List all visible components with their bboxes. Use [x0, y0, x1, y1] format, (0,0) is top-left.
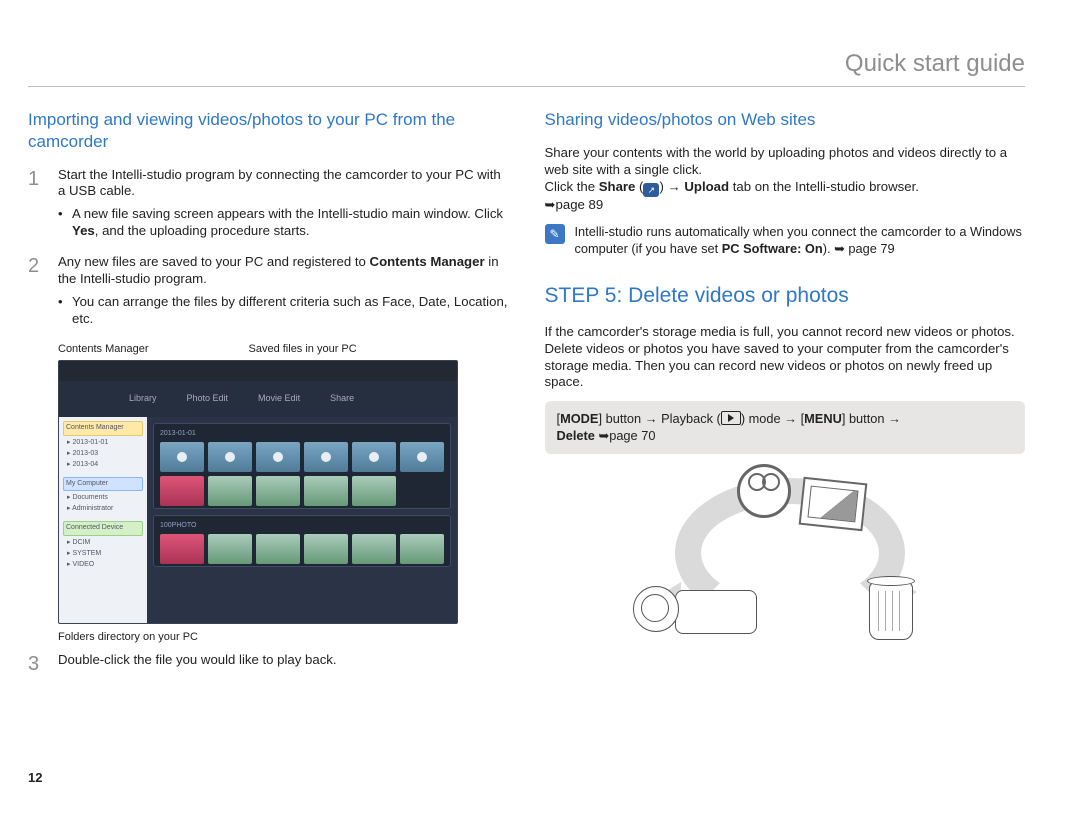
section-heading-import: Importing and viewing videos/photos to y… — [28, 109, 509, 153]
figure-label-right: Saved files in your PC — [249, 342, 357, 356]
page-header: Quick start guide — [28, 50, 1025, 87]
bold-text: Yes — [72, 223, 95, 238]
page-ref: ➥page 89 — [545, 197, 604, 212]
text: tab on the Intelli-studio browser. — [729, 179, 919, 194]
text: Any new files are saved to your PC and r… — [58, 254, 370, 269]
bold-text: PC Software: On — [722, 241, 823, 256]
text: Playback ( — [658, 411, 721, 426]
right-column: Sharing videos/photos on Web sites Share… — [545, 109, 1026, 687]
arrow-icon: → — [888, 411, 901, 426]
intelli-studio-screenshot: Library Photo Edit Movie Edit Share Cont… — [58, 360, 458, 624]
step-body: Any new files are saved to your PC and r… — [58, 254, 509, 332]
step-2: 2 Any new files are saved to your PC and… — [28, 254, 509, 332]
left-column: Importing and viewing videos/photos to y… — [28, 109, 509, 687]
bold-text: MODE — [560, 411, 598, 426]
bold-text: Delete — [557, 428, 599, 443]
arrow-icon: → — [668, 179, 681, 194]
step-3: 3 Double-click the file you would like t… — [28, 652, 509, 678]
arrow-icon: → — [784, 411, 797, 426]
text: , and the uploading procedure starts. — [95, 223, 310, 238]
toolbar-label: Photo Edit — [187, 393, 229, 405]
step-number: 1 — [28, 167, 44, 245]
text: Click the — [545, 179, 599, 194]
page-ref: page 79 — [845, 241, 895, 256]
bold-text: Upload — [681, 179, 729, 194]
mode-instruction-box: [MODE] button → Playback () mode → [MENU… — [545, 401, 1026, 454]
step5-body: If the camcorder's storage media is full… — [545, 324, 1026, 392]
arrow-icon: ➥ — [598, 428, 609, 443]
step5-heading: STEP 5: Delete videos or photos — [545, 283, 1026, 310]
delete-illustration — [545, 472, 1026, 642]
figure-labels: Contents Manager Saved files in your PC — [58, 342, 509, 356]
film-reel-icon — [737, 464, 791, 518]
step-number: 3 — [28, 652, 44, 678]
arrow-icon: → — [645, 411, 658, 426]
text: ) — [659, 179, 667, 194]
text: A new file saving screen appears with th… — [72, 206, 503, 221]
step-body: Double-click the file you would like to … — [58, 652, 509, 678]
page-ref: page 70 — [609, 428, 655, 443]
text: ). — [823, 241, 834, 256]
import-steps: 1 Start the Intelli-studio program by co… — [28, 167, 509, 332]
camcorder-icon — [633, 584, 759, 638]
section-heading-sharing: Sharing videos/photos on Web sites — [545, 109, 1026, 131]
photo-icon — [798, 477, 867, 531]
trash-bin-icon — [863, 576, 919, 640]
step-body: Start the Intelli-studio program by conn… — [58, 167, 509, 245]
note-icon: ✎ — [545, 224, 565, 244]
step-number: 2 — [28, 254, 44, 332]
figure-caption-bottom: Folders directory on your PC — [58, 630, 509, 644]
sharing-paragraph-2: Click the Share (↗) → Upload tab on the … — [545, 179, 1026, 215]
toolbar-label: Share — [330, 393, 354, 405]
bold-text: MENU — [804, 411, 842, 426]
toolbar-label: Movie Edit — [258, 393, 300, 405]
arrow-icon: ➥ — [834, 241, 845, 256]
step-bullet: A new file saving screen appears with th… — [58, 206, 509, 240]
note-body: Intelli-studio runs automatically when y… — [575, 224, 1026, 257]
text: ( — [635, 179, 643, 194]
text: ) mode — [741, 411, 784, 426]
share-icon: ↗ — [643, 183, 659, 197]
step-1: 1 Start the Intelli-studio program by co… — [28, 167, 509, 245]
text: ] button — [598, 411, 644, 426]
note-row: ✎ Intelli-studio runs automatically when… — [545, 224, 1026, 257]
content-columns: Importing and viewing videos/photos to y… — [28, 109, 1025, 687]
text: ] button — [842, 411, 888, 426]
step-text: Start the Intelli-studio program by conn… — [58, 167, 501, 199]
toolbar-label: Library — [129, 393, 157, 405]
figure-label-left: Contents Manager — [58, 342, 149, 356]
sharing-paragraph-1: Share your contents with the world by up… — [545, 145, 1026, 179]
import-steps-cont: 3 Double-click the file you would like t… — [28, 652, 509, 678]
step-bullet: You can arrange the files by different c… — [58, 294, 509, 328]
bold-text: Contents Manager — [370, 254, 485, 269]
bold-text: Share — [599, 179, 636, 194]
page-number: 12 — [28, 770, 42, 785]
playback-icon — [721, 411, 741, 425]
